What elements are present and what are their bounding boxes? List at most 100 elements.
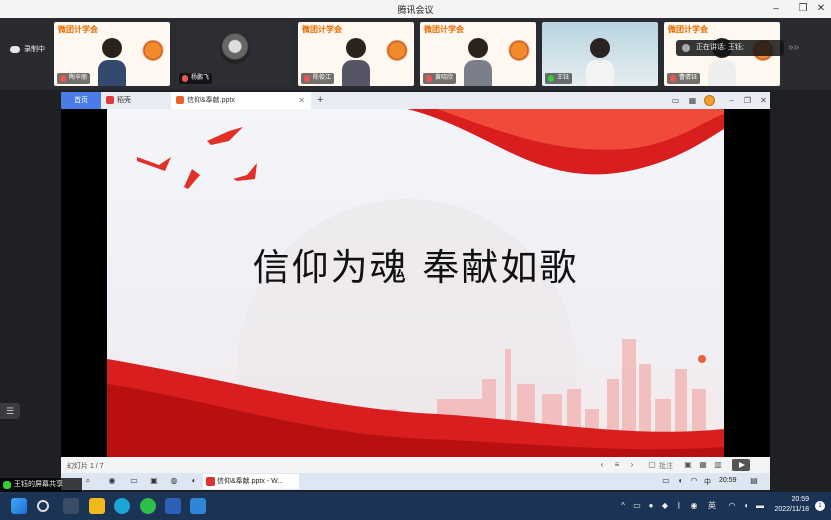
word-icon[interactable] bbox=[165, 498, 181, 514]
search-icon[interactable]: ⌕ bbox=[83, 476, 93, 486]
search-icon[interactable] bbox=[37, 500, 49, 512]
wps-taskbar-item[interactable]: 信仰&奉献.pptx - W... bbox=[203, 474, 299, 489]
wechat-icon[interactable] bbox=[140, 498, 156, 514]
autumn-tree-icon bbox=[386, 40, 408, 66]
mic-muted-icon bbox=[60, 75, 66, 82]
ime-indicator[interactable]: 中 bbox=[704, 477, 711, 487]
tab-daoke[interactable]: 稻壳 bbox=[101, 92, 171, 109]
bluetooth-icon[interactable]: ᛒ bbox=[674, 500, 684, 512]
store-icon[interactable]: ▣ bbox=[149, 476, 159, 486]
participant-tile[interactable]: 微团计学会 黄晓欣 bbox=[420, 22, 536, 86]
folder-icon[interactable]: ▭ bbox=[129, 476, 139, 486]
list-menu-icon[interactable]: ☰ bbox=[0, 403, 20, 419]
sorter-view-icon[interactable]: ▦ bbox=[698, 460, 708, 470]
participant-name: 王钰 bbox=[545, 73, 573, 84]
participant-tile[interactable]: 杨鹏飞 bbox=[176, 22, 292, 86]
minimize-icon[interactable]: – bbox=[769, 2, 783, 16]
edge-icon[interactable] bbox=[114, 498, 130, 514]
meeting-titlebar: 腾讯会议 – ❐ ✕ bbox=[0, 0, 831, 18]
participant-tile[interactable]: 王钰 bbox=[542, 22, 658, 86]
tray-icon[interactable]: ◉ bbox=[689, 500, 699, 512]
more-participants-icon[interactable]: »» bbox=[788, 42, 814, 54]
recording-indicator[interactable]: 录制中 bbox=[10, 43, 45, 55]
banner-text: 微团计学会 bbox=[302, 25, 342, 34]
volume-icon[interactable]: ◖ bbox=[675, 476, 685, 486]
reading-view-icon[interactable]: ▥ bbox=[713, 460, 723, 470]
recording-label: 录制中 bbox=[24, 46, 45, 53]
notification-icon[interactable]: ▤ bbox=[749, 476, 759, 486]
participant-name: 杨鹏飞 bbox=[179, 73, 213, 84]
autumn-tree-icon bbox=[508, 40, 530, 66]
participant-name: 陈俊江 bbox=[301, 73, 335, 84]
mic-muted-icon bbox=[182, 75, 188, 82]
tencent-meeting-icon[interactable] bbox=[190, 498, 206, 514]
mic-on-icon bbox=[3, 481, 11, 489]
shared-screen: 首页 稻壳 信仰&奉献.pptx ✕ + ▭ ▦ – ❐ ✕ 信仰为魂 奉献如歌… bbox=[61, 92, 770, 490]
mic-muted-icon bbox=[304, 75, 310, 82]
windows-taskbar: ^ ▭ ● ◆ ᛒ ◉ 英 ◠ ◖ ▬ 20:59 2022/11/18 1 bbox=[0, 492, 831, 520]
participant-name: 曹倩钰 bbox=[667, 73, 701, 84]
task-view-icon[interactable] bbox=[63, 498, 79, 514]
shared-clock: 20:59 bbox=[719, 477, 737, 484]
mic-on-icon bbox=[548, 75, 554, 82]
app-icon[interactable]: ◍ bbox=[169, 476, 179, 486]
restore-icon[interactable]: ❐ bbox=[741, 94, 754, 107]
wifi-icon[interactable]: ◠ bbox=[726, 500, 738, 512]
volume-icon[interactable]: ◖ bbox=[740, 500, 752, 512]
shared-taskbar: ⌕ ◉ ▭ ▣ ◍ ◐ 信仰&奉献.pptx - W... ▭ ◖ ◠ 中 20… bbox=[61, 473, 770, 490]
play-slideshow-button[interactable] bbox=[732, 459, 750, 471]
language-indicator[interactable]: 英 bbox=[706, 500, 718, 512]
chevron-up-icon[interactable]: ^ bbox=[618, 500, 628, 512]
banner-text: 微团计学会 bbox=[668, 25, 708, 34]
tray-icon[interactable]: ▭ bbox=[661, 476, 671, 486]
participant-strip: 录制中 微团计学会 陶辛丽 杨鹏飞 微团计学会 陈俊江 微团计学会 黄晓欣 王钰… bbox=[0, 18, 831, 90]
person-video bbox=[342, 38, 370, 86]
person-video bbox=[98, 38, 126, 86]
layout-icon[interactable]: ▭ bbox=[669, 94, 682, 107]
close-tab-icon[interactable]: ✕ bbox=[298, 92, 305, 109]
wechat-tray-icon[interactable]: ● bbox=[646, 500, 656, 512]
participant-name: 陶辛丽 bbox=[57, 73, 91, 84]
banner-text: 微团计学会 bbox=[424, 25, 464, 34]
file-explorer-icon[interactable] bbox=[89, 498, 105, 514]
tray-icon[interactable]: ▭ bbox=[632, 500, 642, 512]
slide-title: 信仰为魂 奉献如歌 bbox=[252, 246, 579, 289]
person-video bbox=[464, 38, 492, 86]
system-clock[interactable]: 20:59 2022/11/18 bbox=[774, 495, 809, 515]
restore-icon[interactable]: ❐ bbox=[796, 2, 810, 16]
participant-tile[interactable]: 微团计学会 陶辛丽 bbox=[54, 22, 170, 86]
windows-start-icon[interactable] bbox=[11, 498, 27, 514]
new-tab-button[interactable]: + bbox=[317, 92, 323, 109]
battery-icon[interactable]: ▬ bbox=[754, 500, 766, 512]
network-icon[interactable]: ◠ bbox=[689, 476, 699, 486]
annotate-icon[interactable]: ▢ bbox=[647, 460, 657, 470]
slide-list-icon[interactable]: ≡ bbox=[612, 460, 622, 470]
close-icon[interactable]: ✕ bbox=[757, 94, 770, 107]
close-icon[interactable]: ✕ bbox=[814, 2, 828, 16]
chrome-icon[interactable]: ◉ bbox=[107, 476, 117, 486]
grid-apps-icon[interactable]: ▦ bbox=[686, 94, 699, 107]
next-slide-icon[interactable]: › bbox=[627, 460, 637, 470]
meeting-title: 腾讯会议 bbox=[397, 5, 434, 15]
wps-icon bbox=[206, 477, 215, 486]
tab-home[interactable]: 首页 bbox=[61, 92, 101, 109]
notification-badge[interactable]: 1 bbox=[815, 501, 825, 511]
edge-icon[interactable]: ◐ bbox=[189, 476, 199, 486]
user-avatar[interactable] bbox=[704, 95, 715, 106]
slide[interactable]: 信仰为魂 奉献如歌 bbox=[107, 109, 724, 457]
participant-tile[interactable]: 微团计学会 陈俊江 bbox=[298, 22, 414, 86]
banner-text: 微团计学会 bbox=[58, 25, 98, 34]
app-tray-icon[interactable]: ◆ bbox=[660, 500, 670, 512]
person-video bbox=[586, 38, 614, 86]
prev-slide-icon[interactable]: ‹ bbox=[597, 460, 607, 470]
slide-area: 信仰为魂 奉献如歌 bbox=[61, 109, 770, 457]
screen-share-label: 王钰的屏幕共享 bbox=[0, 478, 82, 492]
annotate-label[interactable]: 批注 bbox=[659, 461, 673, 471]
daoke-icon bbox=[106, 96, 114, 104]
normal-view-icon[interactable]: ▣ bbox=[683, 460, 693, 470]
minimize-icon[interactable]: – bbox=[725, 94, 738, 107]
tab-document[interactable]: 信仰&奉献.pptx ✕ bbox=[171, 92, 311, 109]
mic-muted-icon bbox=[670, 75, 676, 82]
slide-counter: 幻灯片 1 / 7 bbox=[67, 463, 104, 470]
autumn-tree-icon bbox=[142, 40, 164, 66]
